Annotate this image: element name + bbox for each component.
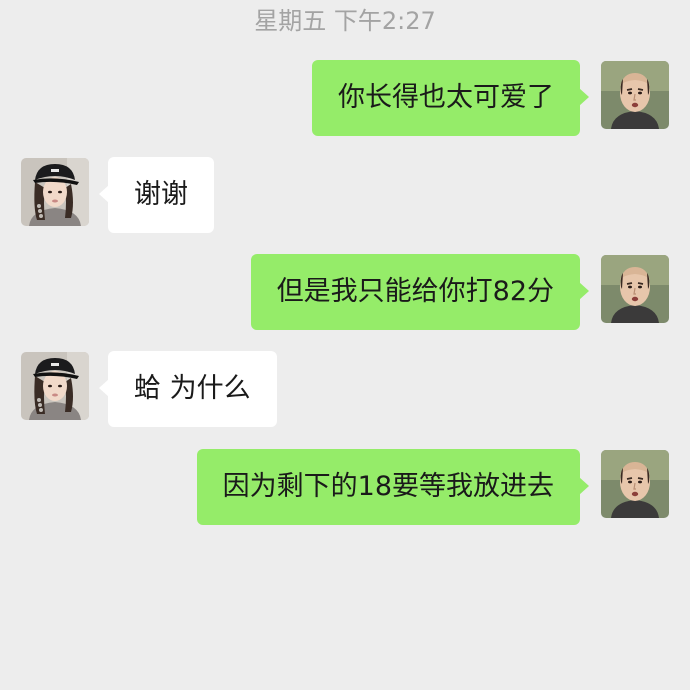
- message-row: 蛤 为什么: [0, 351, 690, 427]
- message-row: 谢谢: [0, 157, 690, 233]
- received-message-bubble[interactable]: 谢谢: [99, 157, 214, 233]
- sent-message-bubble[interactable]: 因为剩下的18要等我放进去: [196, 449, 590, 525]
- message-row: 因为剩下的18要等我放进去: [0, 449, 690, 525]
- message-row: 你长得也太可爱了: [0, 60, 690, 136]
- received-message-bubble[interactable]: 蛤 为什么: [99, 351, 277, 427]
- girl-in-cap-avatar[interactable]: [21, 158, 89, 226]
- bald-man-avatar[interactable]: [601, 450, 669, 518]
- bald-man-avatar[interactable]: [601, 61, 669, 129]
- chat-window: 星期五 下午2:27 你长得也太可爱了 谢谢 但是我只能给你打82分 蛤 为什么…: [0, 0, 690, 690]
- message-row: 但是我只能给你打82分: [0, 254, 690, 330]
- bald-man-avatar[interactable]: [601, 255, 669, 323]
- chat-timestamp: 星期五 下午2:27: [254, 7, 436, 35]
- sent-message-bubble[interactable]: 你长得也太可爱了: [312, 60, 589, 136]
- girl-in-cap-avatar[interactable]: [21, 352, 89, 420]
- sent-message-bubble[interactable]: 但是我只能给你打82分: [250, 254, 590, 330]
